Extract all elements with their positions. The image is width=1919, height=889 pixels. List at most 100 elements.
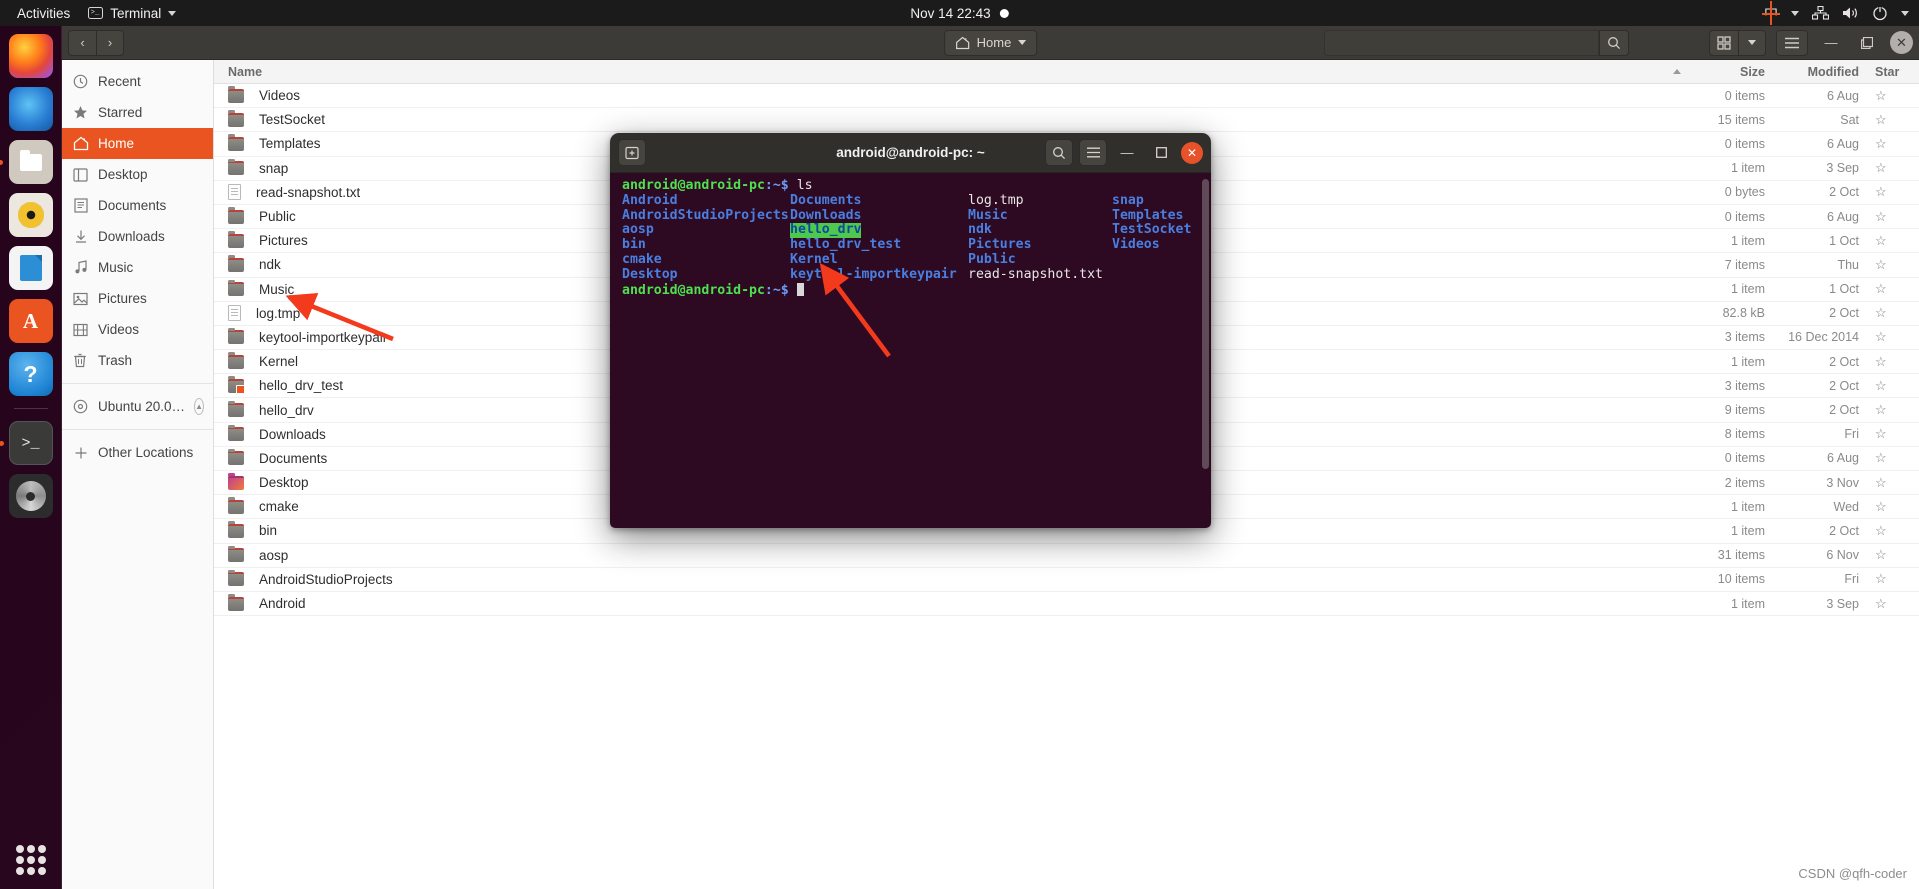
sidebar-item-label: Documents	[98, 198, 167, 213]
dock-item-libreoffice-writer[interactable]	[8, 246, 53, 290]
star-toggle[interactable]: ☆	[1871, 402, 1919, 418]
terminal-search-button[interactable]	[1045, 139, 1073, 166]
forward-button[interactable]: ›	[96, 29, 124, 56]
dock-item-files[interactable]	[0, 140, 53, 184]
sidebar-item-recent[interactable]: Recent	[62, 66, 213, 97]
sidebar-item-videos[interactable]: Videos	[62, 314, 213, 345]
eject-icon[interactable]: ▲	[194, 398, 204, 415]
terminal-ls-entry: Music	[968, 207, 1008, 223]
star-toggle[interactable]: ☆	[1871, 233, 1919, 249]
sidebar-item-starred[interactable]: Starred	[62, 97, 213, 128]
maximize-button[interactable]	[1854, 30, 1880, 56]
grid-view-button[interactable]	[1709, 29, 1738, 56]
chevron-down-icon[interactable]	[1791, 10, 1799, 16]
file-modified-cell: 6 Aug	[1827, 451, 1859, 466]
path-bar-home[interactable]: Home	[943, 29, 1038, 56]
star-toggle[interactable]: ☆	[1871, 596, 1919, 612]
terminal-body[interactable]: android@android-pc:~$ ls Android Documents…	[610, 173, 1211, 528]
volume-icon[interactable]	[1842, 6, 1859, 20]
grid-view-icon	[1717, 35, 1731, 50]
column-header-star[interactable]: Star	[1871, 65, 1919, 79]
sidebar-item-trash[interactable]: Trash	[62, 345, 213, 376]
sidebar-item-pictures[interactable]: Pictures	[62, 283, 213, 314]
star-toggle[interactable]: ☆	[1871, 329, 1919, 345]
file-size-cell: 3 items	[1724, 378, 1765, 393]
star-toggle[interactable]: ☆	[1871, 209, 1919, 225]
view-options-button[interactable]	[1738, 29, 1766, 56]
main-menu-button[interactable]	[1776, 29, 1808, 56]
show-applications-button[interactable]	[16, 845, 46, 875]
column-header-modified[interactable]: Modified	[1779, 65, 1871, 79]
folder-icon	[19, 149, 42, 171]
dock-item-thunderbird[interactable]	[8, 87, 53, 131]
table-row[interactable]: AndroidStudioProjects 10 items Fri ☆	[214, 568, 1919, 592]
sidebar-item-downloads[interactable]: Downloads	[62, 221, 213, 252]
star-toggle[interactable]: ☆	[1871, 426, 1919, 442]
sidebar-item-label: Pictures	[98, 291, 147, 306]
minimize-icon: —	[1824, 35, 1838, 50]
dock-item-ubuntu-software[interactable]: A	[8, 299, 53, 343]
terminal-maximize-button[interactable]	[1147, 139, 1175, 166]
sidebar-item-documents[interactable]: Documents	[62, 190, 213, 221]
star-toggle[interactable]: ☆	[1871, 88, 1919, 104]
terminal-ls-entry: Videos	[1112, 237, 1160, 253]
dock-item-help[interactable]: ?	[8, 352, 53, 396]
dock-item-dvd[interactable]	[8, 474, 53, 518]
star-toggle[interactable]: ☆	[1871, 160, 1919, 176]
column-header-size[interactable]: Size	[1687, 65, 1779, 79]
star-toggle[interactable]: ☆	[1871, 523, 1919, 539]
network-icon[interactable]	[1812, 6, 1829, 20]
dock-item-firefox[interactable]	[8, 34, 53, 78]
sidebar-item-other-locations[interactable]: Other Locations	[62, 437, 213, 468]
terminal-close-button[interactable]: ✕	[1181, 141, 1203, 164]
star-toggle[interactable]: ☆	[1871, 499, 1919, 515]
file-size-cell: 82.8 kB	[1722, 306, 1765, 321]
folder-icon	[228, 86, 244, 103]
star-toggle[interactable]: ☆	[1871, 281, 1919, 297]
dock-item-rhythmbox[interactable]	[8, 193, 53, 237]
terminal-line: bin hello_drv_test Pictures Videos	[612, 237, 1203, 253]
star-toggle[interactable]: ☆	[1871, 450, 1919, 466]
sidebar-item-home[interactable]: Home	[62, 128, 213, 159]
star-toggle[interactable]: ☆	[1871, 547, 1919, 563]
table-row[interactable]: TestSocket 15 items Sat ☆	[214, 108, 1919, 133]
app-menu-terminal[interactable]: >_ Terminal	[79, 3, 185, 24]
table-row[interactable]: Android 1 item 3 Sep ☆	[214, 592, 1919, 617]
star-toggle[interactable]: ☆	[1871, 257, 1919, 273]
star-toggle[interactable]: ☆	[1871, 305, 1919, 321]
table-row[interactable]: aosp 31 items 6 Nov ☆	[214, 544, 1919, 568]
dock-item-terminal[interactable]: >_	[0, 421, 53, 465]
terminal-minimize-button[interactable]: —	[1113, 139, 1141, 166]
star-toggle[interactable]: ☆	[1871, 136, 1919, 152]
minimize-button[interactable]: —	[1818, 30, 1844, 56]
sidebar-item-desktop[interactable]: Desktop	[62, 159, 213, 190]
watermark: CSDN @qfh-coder	[1798, 866, 1907, 881]
star-toggle[interactable]: ☆	[1871, 112, 1919, 128]
power-icon[interactable]	[1872, 5, 1888, 21]
clock-button[interactable]: Nov 14 22:43	[910, 6, 1009, 21]
path-entry-field[interactable]	[1324, 29, 1599, 56]
input-method-icon[interactable]: 中	[1762, 1, 1780, 25]
star-toggle[interactable]: ☆	[1871, 354, 1919, 370]
folder-icon	[228, 424, 244, 442]
terminal-icon: >_	[21, 434, 40, 452]
table-row[interactable]: Videos 0 items 6 Aug ☆	[214, 84, 1919, 109]
star-toggle[interactable]: ☆	[1871, 571, 1919, 587]
terminal-ls-entry: Public	[968, 251, 1016, 267]
folder-icon	[228, 279, 244, 297]
back-button[interactable]: ‹	[68, 29, 96, 56]
new-tab-button[interactable]	[618, 139, 646, 166]
star-toggle[interactable]: ☆	[1871, 378, 1919, 394]
search-button[interactable]	[1599, 29, 1629, 56]
star-toggle[interactable]: ☆	[1871, 184, 1919, 200]
file-modified-cell: 2 Oct	[1829, 354, 1859, 369]
close-button[interactable]: ✕	[1890, 31, 1913, 54]
terminal-scrollbar[interactable]	[1202, 179, 1209, 469]
activities-button[interactable]: Activities	[8, 3, 79, 24]
sidebar-item-music[interactable]: Music	[62, 252, 213, 283]
column-header-name[interactable]: Name	[214, 65, 1687, 79]
star-toggle[interactable]: ☆	[1871, 475, 1919, 491]
chevron-down-icon[interactable]	[1901, 10, 1909, 16]
terminal-menu-button[interactable]	[1079, 139, 1107, 166]
sidebar-item-volume-ubuntu[interactable]: Ubuntu 20.0… ▲	[62, 391, 213, 422]
